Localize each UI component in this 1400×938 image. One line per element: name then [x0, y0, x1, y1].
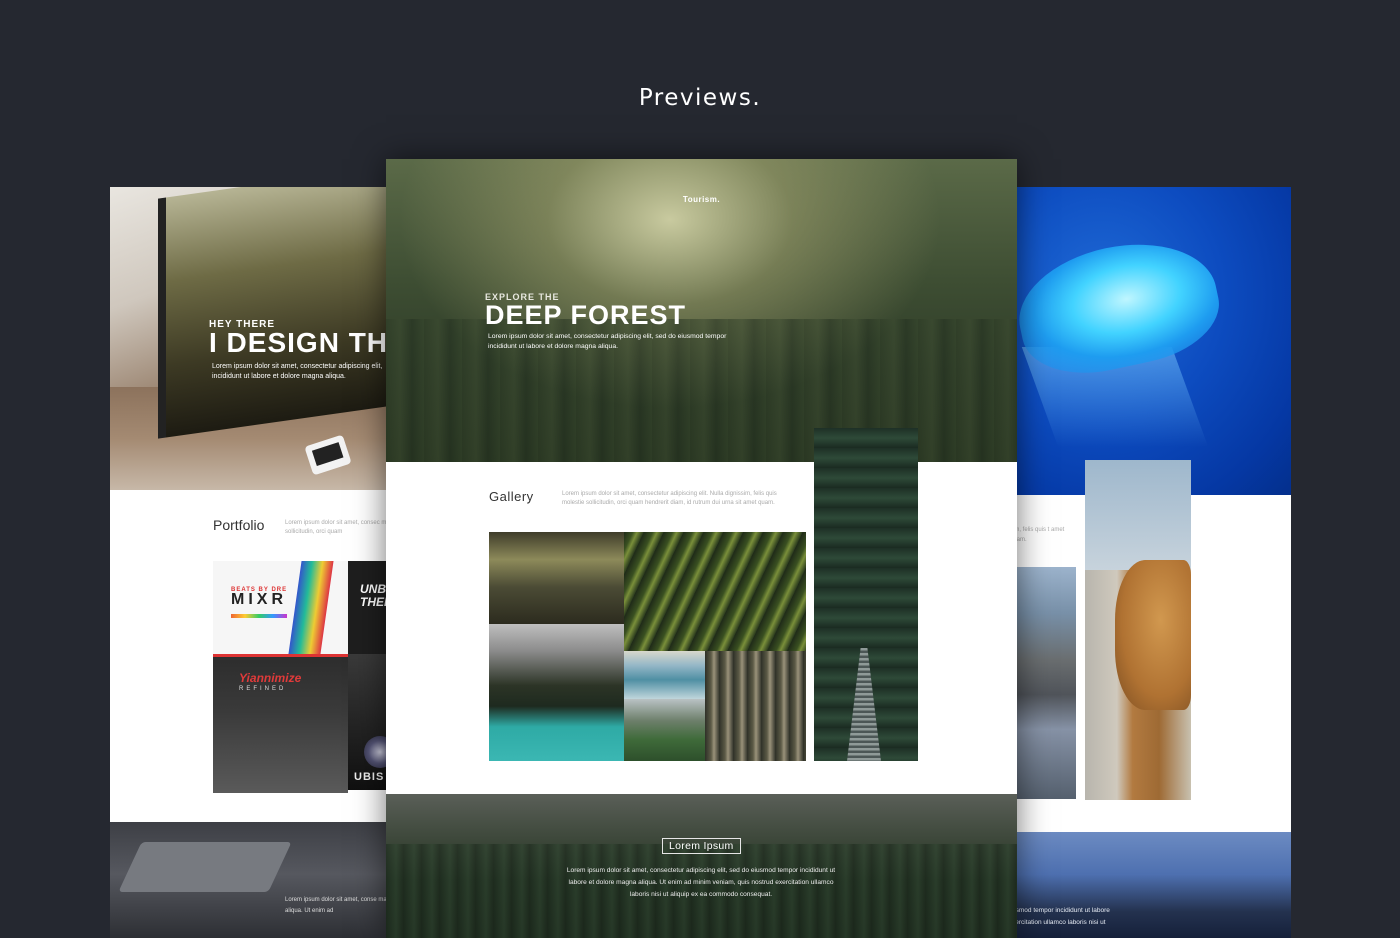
brand-logo[interactable]: Tourism. [386, 195, 1017, 204]
gallery-tile-city[interactable] [1015, 567, 1076, 799]
gallery-tile-waves[interactable] [624, 651, 705, 699]
mixr-logo: MIXR [231, 591, 287, 608]
gallery-tile-lake[interactable] [489, 624, 624, 761]
footer-text: usmod tempor incididunt ut labore xercit… [1012, 907, 1110, 926]
hero-image-jellyfish [1000, 187, 1291, 495]
hero-body-text: Lorem ipsum dolor sit amet, consectetur … [212, 363, 383, 380]
section-description: sim, felis quis t amet quam. [1010, 527, 1065, 543]
preview-card-tourism[interactable]: Tourism. EXPLORE THE DEEP FOREST Lorem i… [386, 159, 1017, 938]
gallery-tile-sunlit-ferns[interactable] [489, 532, 624, 624]
hero-body-text: Lorem ipsum dolor sit amet, consectetur … [488, 333, 727, 350]
color-bar [231, 614, 287, 618]
gallery-tile-valley[interactable] [624, 699, 705, 761]
gallery-grid [489, 532, 806, 761]
hero-image-forest [386, 159, 1017, 462]
portfolio-grid: BEATS BY DRE MIXR UNB THER Yiannimize RE… [213, 561, 400, 793]
yiannimize-subtitle: REFINED [239, 686, 287, 692]
gallery-tile-bridge[interactable] [814, 428, 918, 761]
portfolio-title: Portfolio [213, 517, 265, 533]
bridge-image [847, 648, 881, 761]
footer-text: Lorem ipsum dolor sit amet, consectetur … [566, 867, 836, 898]
preview-card-nature[interactable]: sim, felis quis t amet quam. usmod tempo… [1000, 187, 1291, 938]
monitor-screen [158, 187, 400, 439]
footer-text: Lorem ipsum dolor sit amet, conse magna … [285, 897, 397, 914]
gallery-title: Gallery [489, 489, 534, 504]
gallery-tile-woods[interactable] [705, 651, 806, 761]
gallery-tile-aerial-forest[interactable] [624, 532, 806, 651]
lorem-ipsum-button[interactable]: Lorem Ipsum [662, 838, 741, 854]
portfolio-description: Lorem ipsum dolor sit amet, consec moles… [285, 520, 400, 535]
gallery-tile-lioness[interactable] [1085, 460, 1191, 800]
footer-image-laptop: Lorem ipsum dolor sit amet, conse magna … [110, 822, 400, 938]
footer-image-mountains: usmod tempor incididunt ut labore xercit… [1000, 832, 1291, 938]
portfolio-tile-yiannimize[interactable]: Yiannimize REFINED [213, 654, 348, 793]
lioness-image [1115, 560, 1191, 710]
gallery-description: Lorem ipsum dolor sit amet, consectetur … [562, 491, 777, 506]
ubisoft-logo: UBIS [354, 771, 385, 783]
portfolio-tile-mixr[interactable]: BEATS BY DRE MIXR [213, 561, 348, 654]
hero-heading: DEEP FOREST [485, 300, 687, 330]
headphones-image [288, 561, 334, 654]
hero-heading: I DESIGN THI [209, 327, 397, 358]
preview-card-portfolio[interactable]: HEY THERE I DESIGN THI Lorem ipsum dolor… [110, 187, 400, 938]
page-title: Previews. [638, 85, 762, 112]
laptop-image [118, 842, 292, 892]
yiannimize-logo: Yiannimize [239, 671, 302, 685]
jellyfish-bell [1007, 227, 1229, 387]
sky-image [1085, 460, 1191, 570]
